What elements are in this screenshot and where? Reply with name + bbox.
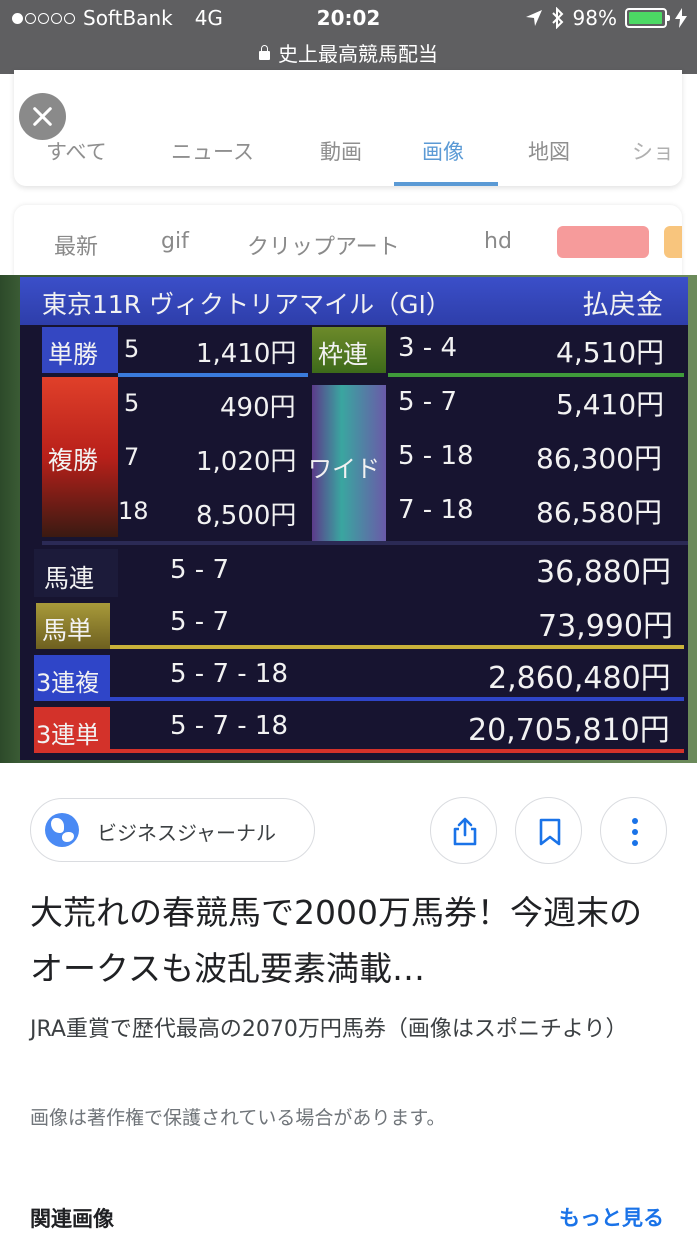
chip-hd[interactable]: hd [484,229,512,254]
tab-news[interactable]: ニュース [171,136,254,166]
board-race-title: 東京11R ヴィクトリアマイル（GI） [42,290,451,319]
filter-chips-bar: 最新 gif クリップアート hd [14,205,682,277]
close-button[interactable] [19,93,66,140]
board-rule [110,697,684,701]
tab-shopping[interactable]: ショ [632,136,682,166]
board-sanrentan-combo: 5 - 7 - 18 [170,711,288,741]
board-fukusho-num: 7 [124,443,140,471]
address-bar[interactable]: 史上最高競馬配当 [0,38,697,67]
board-wide-pay: 86,300円 [536,442,662,475]
board-label-text: 3連複 [36,669,100,697]
result-title[interactable]: 大荒れの春競馬で2000万馬券！今週末のオークスも波乱要素満載… [30,885,670,997]
bookmark-icon [539,818,561,846]
board-rule [388,373,684,377]
board-label-umaren: 馬連 [34,549,118,597]
battery-percentage: 98% [572,6,617,30]
board-umaren-combo: 5 - 7 [170,555,229,585]
board-wide-pay: 5,410円 [556,388,665,421]
board-title-bar: 東京11R ヴィクトリアマイル（GI） 払戻金 [20,277,688,325]
copyright-notice: 画像は著作権で保護されている場合があります。 [30,1107,446,1129]
chip-color-red[interactable] [557,226,649,258]
board-fukusho-pay: 490円 [220,393,296,423]
board-rule [110,749,684,753]
board-wide-combo: 5 - 18 [398,441,474,471]
board-fukusho-pay: 1,020円 [196,447,297,477]
charging-bolt-icon [675,8,687,28]
board-label-sanrenpuku: 3連複 [34,655,110,701]
source-site-name: ビジネスジャーナル [97,821,276,845]
see-more-link[interactable]: もっと見る [559,1202,664,1232]
board-payout-heading: 払戻金 [582,290,663,321]
battery-icon [625,8,670,28]
page-url-title: 史上最高競馬配当 [278,42,438,66]
search-tabs-bar: すべて ニュース 動画 画像 地図 ショ [14,70,682,186]
board-label-text: 単勝 [48,340,99,369]
board-label-sanrentan: 3連単 [34,707,110,753]
lock-icon [259,45,270,60]
board-fukusho-num: 18 [118,497,149,525]
board-rule [42,541,688,545]
board-fukusho-num: 5 [124,389,140,417]
board-fukusho-pay: 8,500円 [196,501,297,531]
board-label-wakuren: 枠連 [312,327,386,373]
board-label-text: 馬連 [44,564,95,593]
board-wakuren-combo: 3 - 4 [398,333,457,363]
board-label-wide: ワイド [308,385,386,541]
status-bar: SoftBank 4G 20:02 98% 史上最高競馬配当 [0,0,697,74]
more-vert-icon [632,818,638,846]
board-label-fukusho: 複勝 [42,377,118,537]
payout-board: 東京11R ヴィクトリアマイル（GI） 払戻金 単勝 5 1,410円 枠連 3… [20,277,688,760]
board-umatan-pay: 73,990円 [538,609,673,644]
board-wide-combo: 5 - 7 [398,387,457,417]
chip-clipart[interactable]: クリップアート [247,229,400,261]
tab-images[interactable]: 画像 [422,136,464,166]
board-tansho-num: 5 [124,335,140,363]
board-rule [118,373,308,377]
result-description: JRA重賞で歴代最高の2070万円馬券（画像はスポニチより） [30,1017,628,1042]
board-sanrenpuku-combo: 5 - 7 - 18 [170,659,288,689]
chip-latest[interactable]: 最新 [54,229,98,261]
bluetooth-icon [551,7,563,29]
board-rule [110,645,684,649]
board-wide-pay: 86,580円 [536,496,662,529]
board-wakuren-pay: 4,510円 [556,336,665,369]
board-umaren-pay: 36,880円 [536,555,671,590]
board-label-text: 馬単 [42,616,93,645]
board-umatan-combo: 5 - 7 [170,607,229,637]
chip-gif[interactable]: gif [161,229,189,254]
tab-all[interactable]: すべて [46,136,107,166]
board-label-text: 3連単 [36,721,100,749]
board-tansho-pay: 1,410円 [196,339,297,369]
board-sanrenpuku-pay: 2,860,480円 [488,661,671,696]
tab-maps[interactable]: 地図 [528,136,570,166]
chip-color-orange[interactable] [664,226,682,258]
tab-videos[interactable]: 動画 [320,136,362,166]
share-icon [453,817,477,846]
globe-icon [45,813,79,847]
result-image[interactable]: 東京11R ヴィクトリアマイル（GI） 払戻金 単勝 5 1,410円 枠連 3… [0,275,697,763]
board-label-text: ワイド [308,455,380,483]
source-site-chip[interactable]: ビジネスジャーナル [30,798,315,862]
board-wide-combo: 7 - 18 [398,495,474,525]
board-label-text: 複勝 [48,446,99,475]
board-sanrentan-pay: 20,705,810円 [468,713,670,748]
location-arrow-icon [525,10,542,26]
board-label-text: 枠連 [318,340,369,369]
more-options-button[interactable] [600,797,667,864]
board-label-umatan: 馬単 [36,603,110,649]
share-button[interactable] [430,797,497,864]
active-tab-indicator [394,182,498,186]
related-images-heading: 関連画像 [30,1207,114,1231]
board-label-tansho: 単勝 [42,327,118,373]
save-button[interactable] [515,797,582,864]
